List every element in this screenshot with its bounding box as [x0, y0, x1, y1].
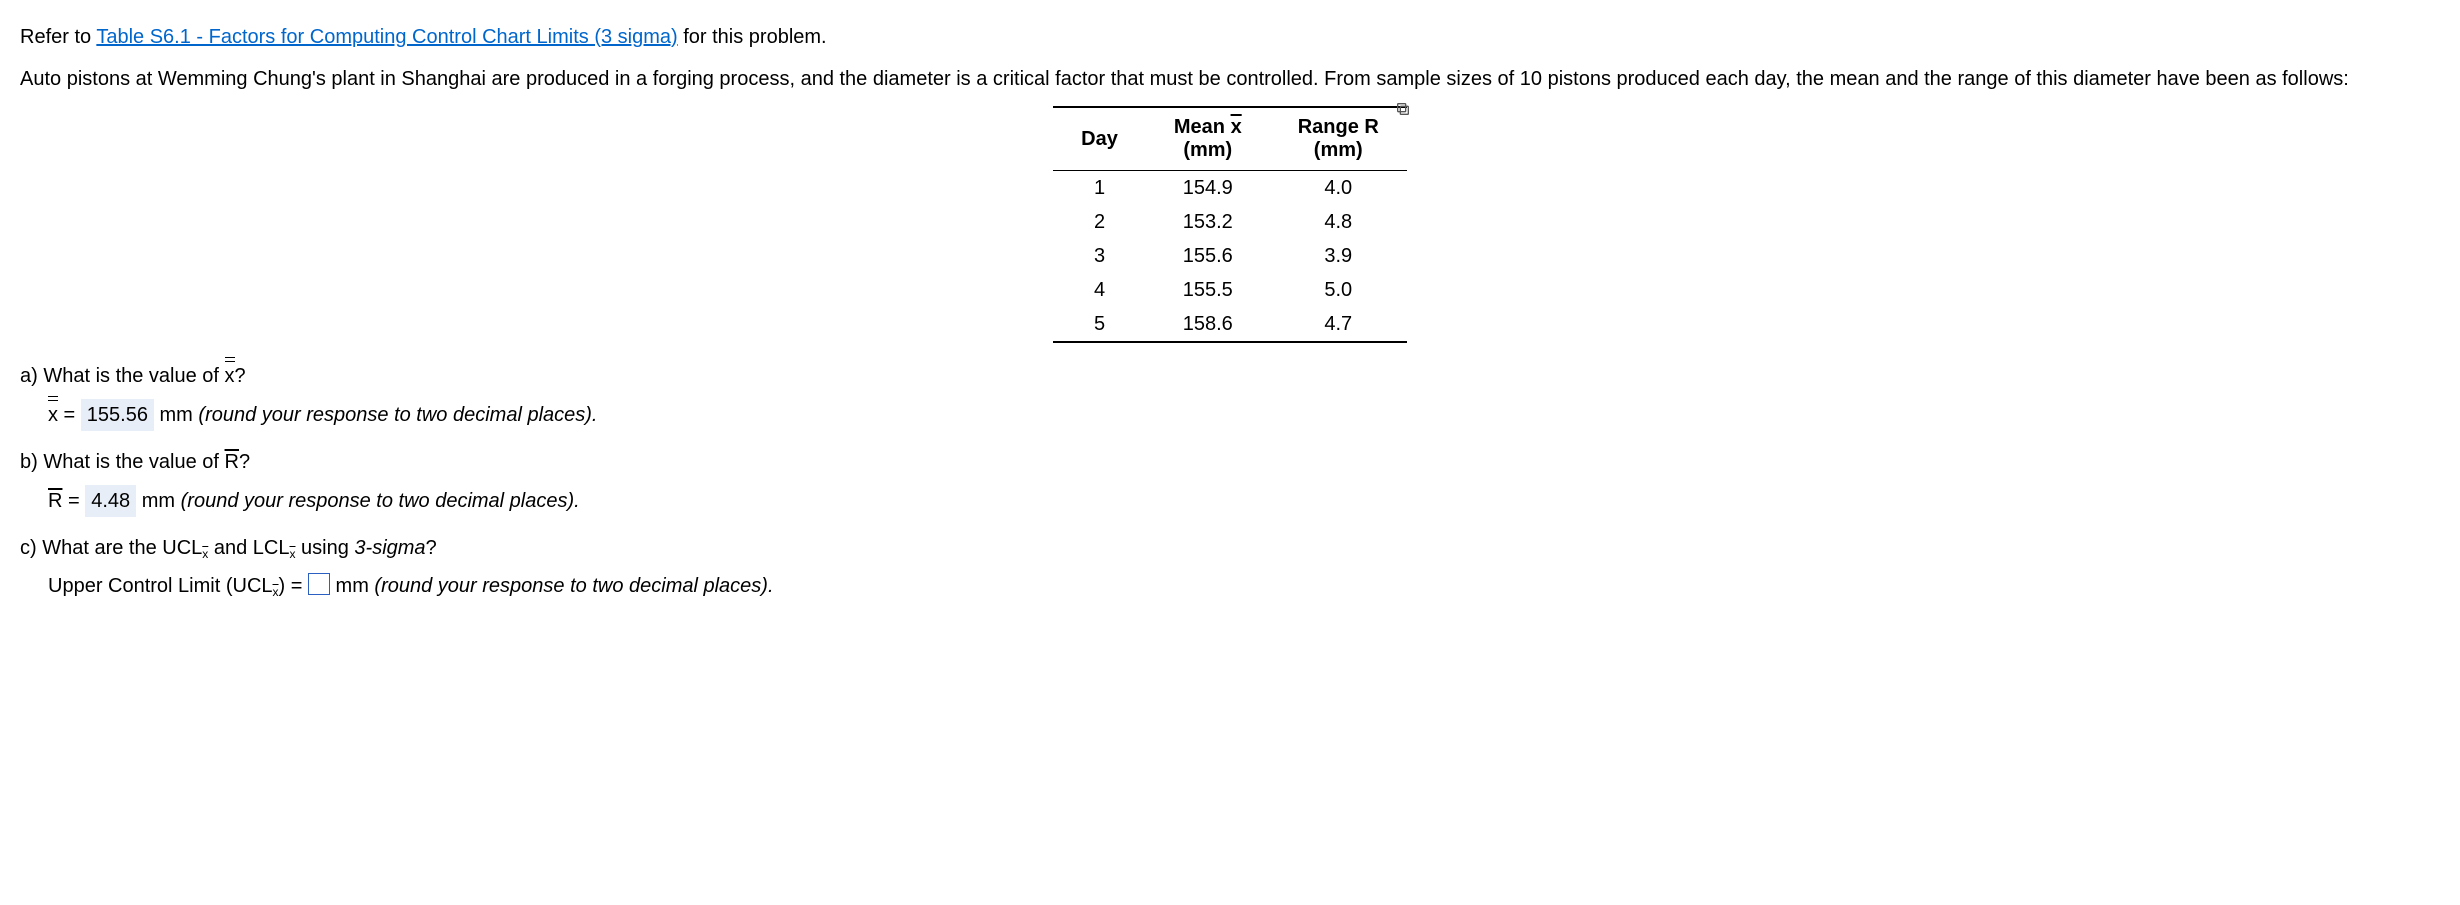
question-c: c) What are the UCLx and LCLx using 3-si…: [20, 533, 2440, 563]
data-table: Day Mean x (mm) Range R (mm) 1 154.9 4.0: [1053, 106, 1407, 343]
table-row: 1 154.9 4.0: [1053, 171, 1407, 206]
table-row: 5 158.6 4.7: [1053, 307, 1407, 342]
r-bar-icon: R: [48, 490, 62, 512]
answer-a-value[interactable]: 155.56: [81, 399, 154, 431]
answer-a-hint: (round your response to two decimal plac…: [198, 404, 597, 426]
intro-paragraph: Refer to Table S6.1 - Factors for Comput…: [20, 22, 2440, 52]
answer-b-hint: (round your response to two decimal plac…: [181, 490, 580, 512]
answer-c-hint: (round your response to two decimal plac…: [374, 575, 773, 597]
x-double-bar-icon: x: [48, 400, 58, 430]
answer-b: R = 4.48 mm (round your response to two …: [48, 485, 2440, 517]
table-row: 4 155.5 5.0: [1053, 273, 1407, 307]
copy-icon[interactable]: [1395, 96, 1411, 112]
th-mean: Mean x (mm): [1146, 107, 1270, 171]
intro-suffix: for this problem.: [678, 26, 827, 48]
intro-prefix: Refer to: [20, 26, 96, 48]
question-b: b) What is the value of R?: [20, 447, 2440, 477]
r-bar-icon: R: [225, 451, 239, 473]
table-row: 3 155.6 3.9: [1053, 239, 1407, 273]
question-a: a) What is the value of x?: [20, 361, 2440, 391]
x-double-bar-icon: x: [225, 361, 235, 391]
table-link[interactable]: Table S6.1 - Factors for Computing Contr…: [96, 26, 677, 48]
answer-b-value[interactable]: 4.48: [85, 485, 136, 517]
th-range: Range R (mm): [1270, 107, 1407, 171]
answer-c: Upper Control Limit (UCLx) = mm (round y…: [48, 571, 2440, 601]
answer-a: x = 155.56 mm (round your response to tw…: [48, 399, 2440, 431]
ucl-input[interactable]: [308, 573, 330, 595]
data-table-wrap: Day Mean x (mm) Range R (mm) 1 154.9 4.0: [20, 106, 2440, 343]
problem-prompt: Auto pistons at Wemming Chung's plant in…: [20, 64, 2440, 94]
th-day: Day: [1053, 107, 1146, 171]
table-row: 2 153.2 4.8: [1053, 205, 1407, 239]
